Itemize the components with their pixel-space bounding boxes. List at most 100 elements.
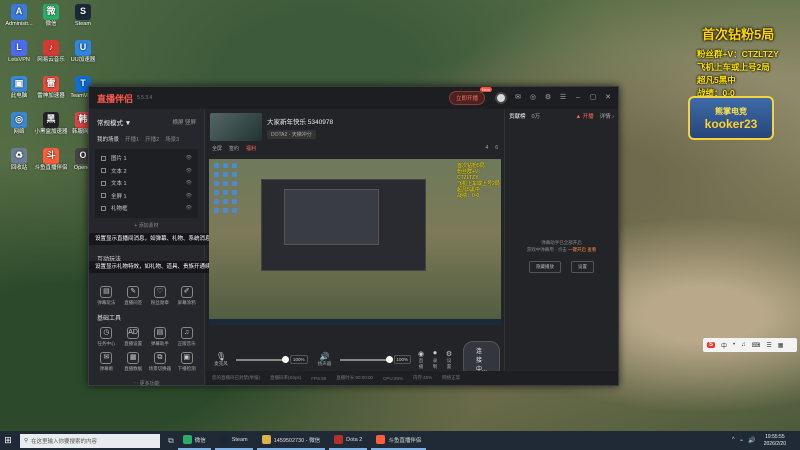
tool-button[interactable]: ✐ 屏幕涂鸦	[173, 285, 200, 306]
ime-tool-icon[interactable]: ▦	[778, 342, 784, 349]
headset-icon[interactable]: ◎	[529, 94, 537, 102]
mic-control[interactable]: 🎙 麦克风	[210, 352, 232, 367]
status-item: FPS:60	[311, 375, 327, 381]
tool-button[interactable]: ♡ 粉丝勋章	[147, 285, 174, 306]
source-item[interactable]: 图片 1 👁	[95, 152, 198, 165]
chevron-up-icon[interactable]: ^	[732, 437, 735, 444]
mode-selector[interactable]: 常规模式 ▼ 横屏 竖屏	[89, 109, 204, 131]
detail-link[interactable]: 详情 ›	[600, 112, 614, 120]
speaker-control[interactable]: 🔊 扬声器	[314, 352, 336, 367]
eye-icon[interactable]: 👁	[186, 193, 192, 199]
close-icon[interactable]: ✕	[604, 94, 612, 102]
taskbar-app[interactable]: Dota 2	[329, 431, 368, 450]
room-thumbnail[interactable]	[210, 113, 262, 141]
mic-volume-slider[interactable]	[236, 355, 289, 363]
taskbar-app[interactable]: 微信	[177, 431, 211, 450]
sogou-logo-icon[interactable]: S	[707, 342, 716, 348]
view-link[interactable]: 查看	[587, 247, 596, 252]
source-item[interactable]: 全屏 1 👁	[95, 190, 198, 203]
desktop-icon[interactable]: S Steam	[66, 4, 100, 27]
eye-icon[interactable]: 👁	[186, 205, 192, 211]
welfare-action[interactable]: 福利	[246, 145, 256, 152]
tool-button[interactable]: ▣ 下播检测	[173, 351, 200, 372]
more-tools-button[interactable]: ⋯ 更多功能	[89, 380, 204, 387]
right-panel-buttons: 隐藏播放 设置	[505, 261, 618, 273]
ime-tool-icon[interactable]: ⌨	[752, 342, 761, 349]
maximize-icon[interactable]: ▢	[589, 94, 597, 102]
hide-playback-button[interactable]: 隐藏播放	[529, 261, 561, 273]
volume-icon[interactable]: 🔊	[748, 437, 755, 444]
tab-contribution[interactable]: 贡献榜	[509, 112, 526, 120]
windows-start-icon[interactable]: ⊞	[0, 435, 16, 446]
tool-label: 弹幕助手	[150, 340, 169, 346]
ime-tool-icon[interactable]: 中	[721, 341, 727, 350]
network-icon[interactable]: ⌁	[740, 437, 744, 444]
panel-settings-button[interactable]: 设置	[571, 261, 594, 273]
room-title[interactable]: 大家新年快乐 5340978	[267, 116, 333, 126]
tab-scene[interactable]: 场景3	[165, 135, 179, 143]
desktop-icon[interactable]: ♻ 回收站	[2, 148, 36, 171]
contract-action[interactable]: 签约	[229, 145, 239, 152]
ime-tool-icon[interactable]: ☰	[766, 342, 771, 349]
add-source-button[interactable]: + 添加素材	[89, 222, 204, 229]
source-item[interactable]: 文本 2 👁	[95, 165, 198, 178]
tab-scene[interactable]: 开播1	[125, 135, 139, 143]
desktop-icon[interactable]: ♪ 网易云音乐	[34, 40, 68, 63]
eye-icon[interactable]: 👁	[186, 180, 192, 186]
ime-toolbar: S 中 • ♫ ⌨ ☰ ▦	[703, 338, 797, 352]
minimize-icon[interactable]: –	[574, 94, 582, 102]
desktop-icon[interactable]: 微微信	[34, 4, 68, 27]
desktop-icon[interactable]: U UU加速器	[66, 40, 100, 63]
taskbar-clock[interactable]: 19:55:55 2026/2/20	[764, 434, 786, 448]
source-item[interactable]: 礼物框 👁	[95, 202, 198, 215]
desktop-icon[interactable]: 黑小黑盒加速器	[34, 112, 68, 135]
desktop-icon[interactable]: A Administr...	[2, 4, 36, 27]
taskbar-search-box[interactable]: ⚲ 在这里输入你要搜索的内容	[20, 433, 160, 448]
status-item: 直播时长:00:00:00	[336, 375, 374, 380]
tool-label: 场景切换器	[148, 365, 172, 371]
tool-button[interactable]: ✉ 弹幕姬	[93, 351, 120, 372]
menu-icon[interactable]: ☰	[559, 94, 567, 102]
tool-label: 弹幕姬	[99, 365, 114, 371]
source-item[interactable]: 文本 1 👁	[95, 177, 198, 190]
tool-button[interactable]: ▦ 直播数据	[120, 351, 147, 372]
speaker-volume-slider[interactable]	[339, 355, 393, 363]
message-icon[interactable]: ✉	[514, 94, 522, 102]
enable-link[interactable]: 一键开启	[568, 247, 586, 252]
stream-preview[interactable]: 首次钻粉5局 粉丝群+V：CTZLTZY 飞机上车或上号2局 超凡5黑中 战绩：…	[209, 159, 501, 325]
tool-button[interactable]: ⧉ 场景切换器	[147, 351, 174, 372]
desktop-icon[interactable]: ▣ 此电脑	[2, 76, 36, 99]
desktop-icon[interactable]: 雷雷神加速器	[34, 76, 68, 99]
tab-scene[interactable]: 开播2	[145, 135, 159, 143]
app-logo: 直播伴侣	[97, 93, 134, 104]
tool-button[interactable]: ♫ 正版音乐	[173, 326, 200, 347]
tool-button[interactable]: ▤ 弹幕玩法	[93, 285, 120, 306]
tool-button[interactable]: ◷ 任务中心	[93, 326, 120, 347]
record-control[interactable]: ⏺ 录制	[431, 350, 439, 370]
tool-button[interactable]: AD 直播设置	[120, 326, 147, 347]
desktop-icon[interactable]: ◎ 网络	[2, 112, 36, 135]
taskbar-app[interactable]: 斗鱼直播伴侣	[371, 431, 427, 450]
tool-button[interactable]: ✎ 直播间签	[120, 285, 147, 306]
tool-button[interactable]: ▤ 弹幕助手	[147, 326, 174, 347]
settings-control[interactable]: ⚙ 设置	[445, 350, 453, 370]
desktop-icon[interactable]: 斗斗鱼直播伴侣	[34, 148, 68, 171]
desktop-icon[interactable]: L LetsVPN	[2, 40, 36, 63]
user-avatar[interactable]	[495, 92, 507, 104]
eye-icon[interactable]: 👁	[186, 155, 192, 161]
orientation-toggle[interactable]: 横屏 竖屏	[172, 118, 196, 126]
preview-nested-window	[284, 189, 379, 245]
settings-icon[interactable]: ⚙	[544, 94, 552, 102]
live-control[interactable]: ◉ 直播	[417, 350, 425, 370]
fullscreen-action[interactable]: 全屏	[212, 145, 222, 152]
room-category[interactable]: DOTA2 · 天梯冲分	[267, 130, 316, 139]
ime-tool-icon[interactable]: •	[733, 342, 735, 348]
taskbar-app[interactable]: Steam	[214, 431, 253, 450]
base-section-title: 基础工具	[97, 315, 122, 322]
taskbar-app[interactable]: 1459502730 - 微信	[256, 431, 326, 450]
tab-scene[interactable]: 我的场景	[97, 135, 119, 143]
eye-icon[interactable]: 👁	[186, 168, 192, 174]
ime-tool-icon[interactable]: ♫	[741, 342, 746, 348]
go-live-button[interactable]: 立即开播 New	[448, 87, 492, 105]
right-live-tag[interactable]: ▲ 开播	[576, 112, 594, 120]
